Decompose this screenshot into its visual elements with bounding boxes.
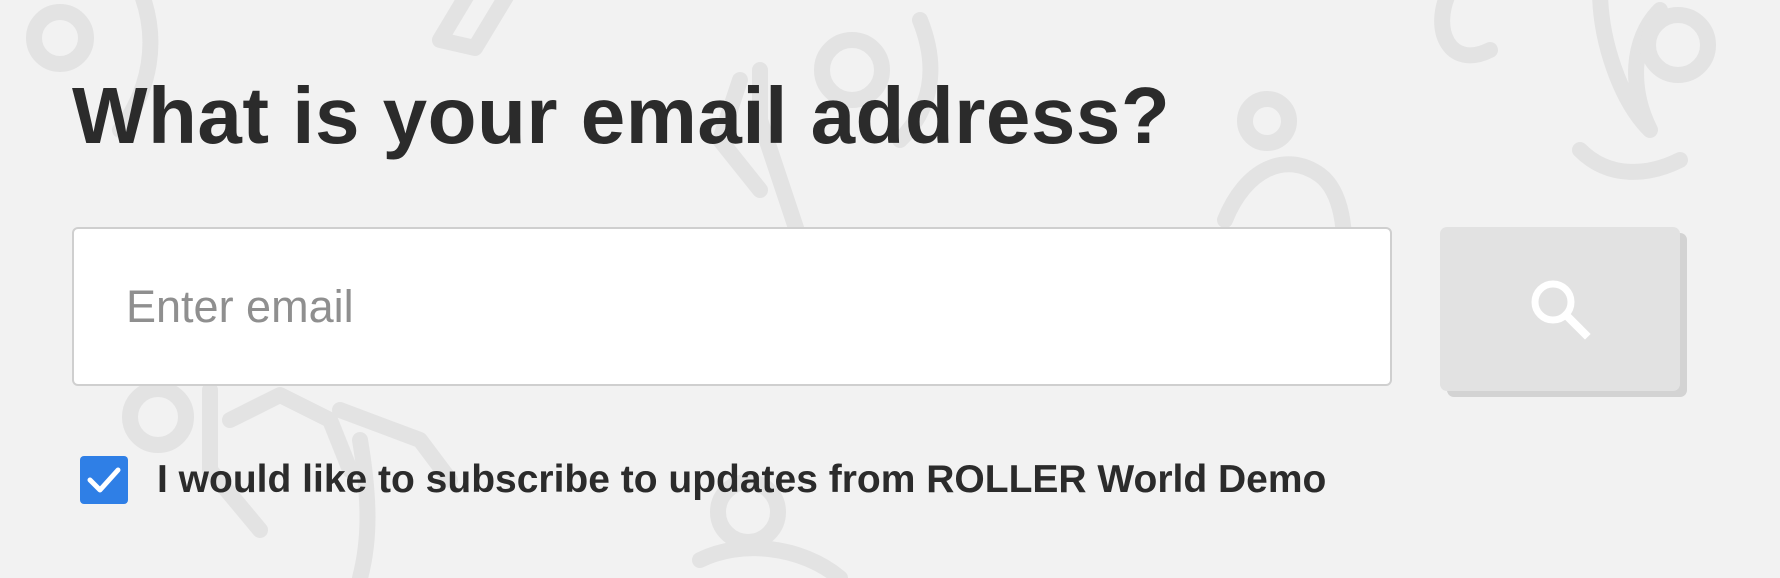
search-button[interactable] bbox=[1440, 227, 1680, 391]
email-step-page: What is your email address? I would like… bbox=[0, 0, 1780, 578]
subscribe-row: I would like to subscribe to updates fro… bbox=[80, 456, 1326, 504]
email-input[interactable] bbox=[72, 227, 1392, 386]
subscribe-label[interactable]: I would like to subscribe to updates fro… bbox=[157, 458, 1326, 502]
page-title: What is your email address? bbox=[72, 71, 1171, 160]
checkmark-icon bbox=[87, 467, 121, 493]
subscribe-checkbox[interactable] bbox=[80, 456, 128, 504]
search-icon bbox=[1531, 280, 1591, 340]
